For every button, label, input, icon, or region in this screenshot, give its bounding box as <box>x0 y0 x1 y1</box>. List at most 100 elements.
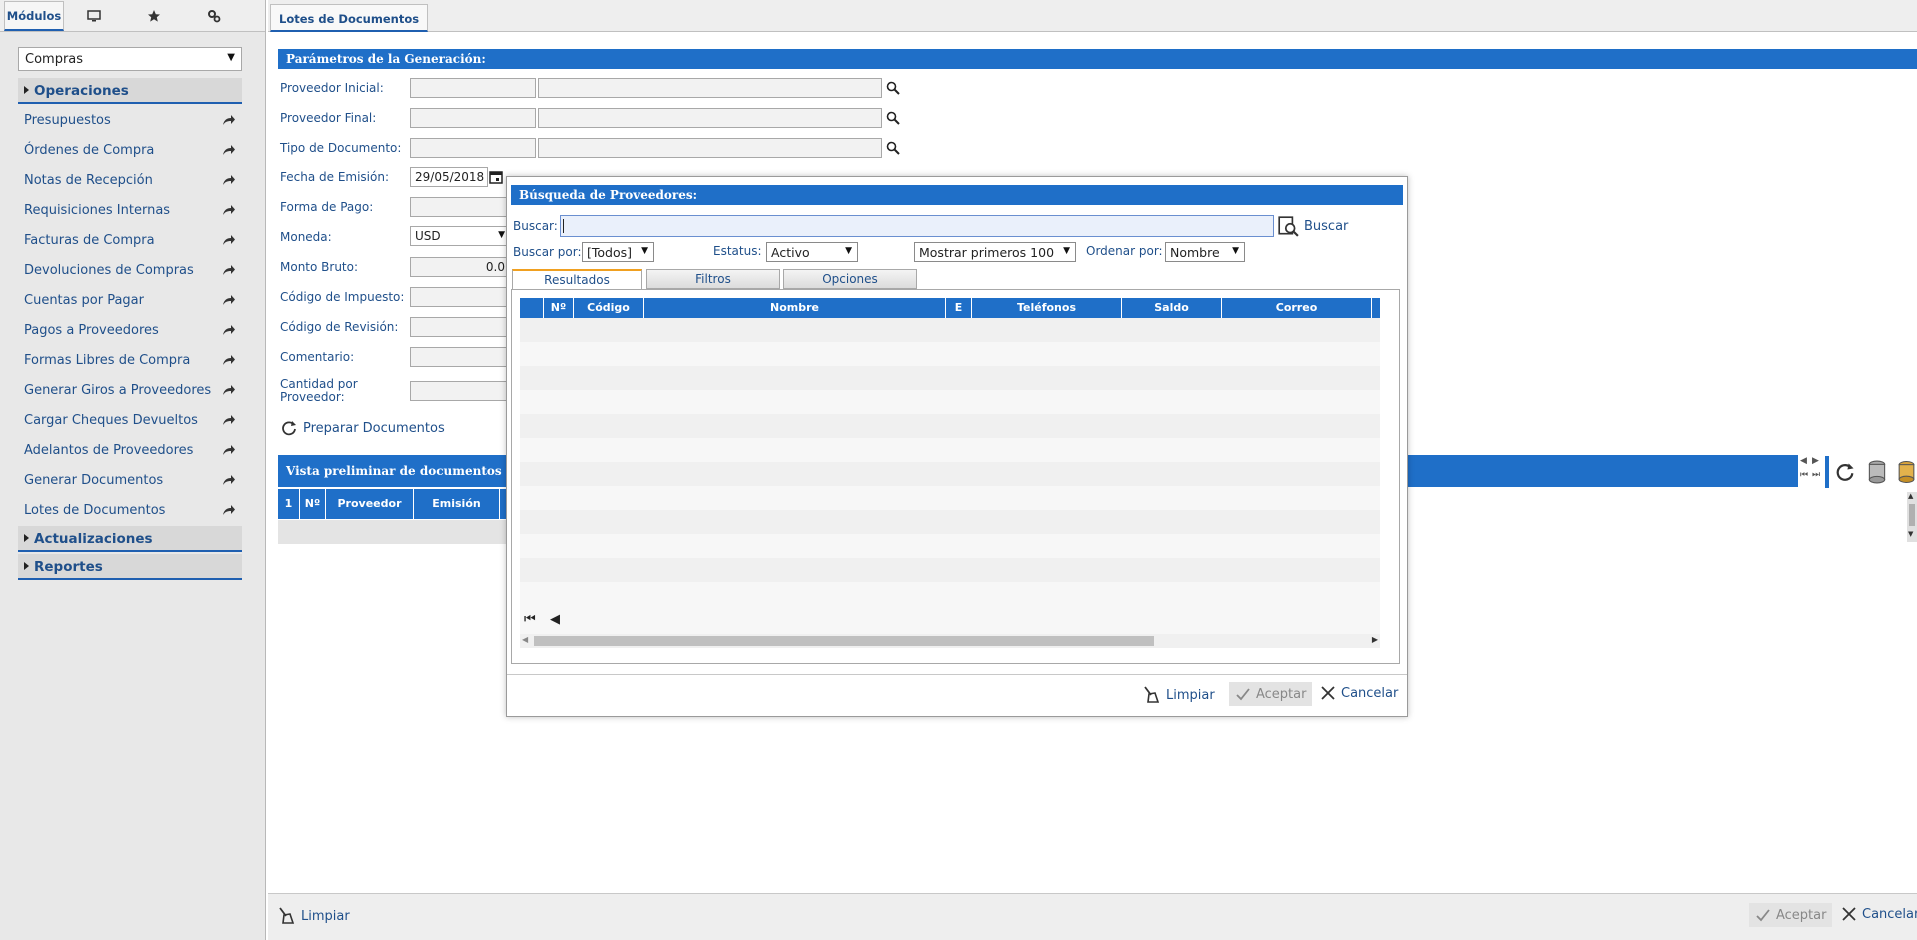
limpiar-button[interactable]: Limpiar <box>276 906 350 926</box>
column-header[interactable]: Teléfonos <box>972 298 1122 318</box>
tipo-documento-code-input[interactable] <box>410 138 536 158</box>
codigo-impuesto-input[interactable] <box>410 287 510 307</box>
table-row[interactable] <box>520 462 1380 486</box>
dialog-limpiar-button[interactable]: Limpiar <box>1141 685 1215 705</box>
sidebar-item[interactable]: Presupuestos <box>24 109 242 133</box>
prev-page-icon[interactable]: ◀ <box>550 612 560 627</box>
column-header[interactable]: Emisión <box>414 489 500 519</box>
sidebar-item[interactable]: Lotes de Documentos <box>24 499 242 523</box>
sidebar-item-label: Presupuestos <box>24 113 111 128</box>
table-row[interactable] <box>520 534 1380 558</box>
buscar-button[interactable]: Buscar <box>1277 215 1348 237</box>
next-icon[interactable]: ▶ <box>1812 456 1819 466</box>
sidebar-item[interactable]: Facturas de Compra <box>24 229 242 253</box>
section-reportes[interactable]: Reportes <box>18 554 242 580</box>
sidebar-item[interactable]: Notas de Recepción <box>24 169 242 193</box>
scroll-left-icon[interactable]: ◀ <box>522 635 528 644</box>
tab-monitor[interactable] <box>64 1 124 31</box>
search-icon[interactable] <box>886 111 900 125</box>
column-header[interactable]: 1 <box>278 489 300 519</box>
dialog-cancelar-button[interactable]: Cancelar <box>1320 685 1398 701</box>
tab-lotes-documentos[interactable]: Lotes de Documentos <box>270 4 429 32</box>
fecha-emision-input[interactable]: 29/05/2018 <box>410 167 488 187</box>
column-header[interactable]: Proveedor <box>326 489 414 519</box>
estatus-select[interactable]: Activo ▼ <box>766 242 858 262</box>
buscar-por-select[interactable]: [Todos] ▼ <box>582 242 654 262</box>
moneda-select[interactable]: USD ▼ <box>410 226 510 246</box>
sidebar-item[interactable]: Órdenes de Compra <box>24 139 242 163</box>
table-row[interactable] <box>520 342 1380 366</box>
aceptar-button[interactable]: Aceptar <box>1749 903 1833 927</box>
search-icon[interactable] <box>886 81 900 95</box>
buscar-input[interactable] <box>560 215 1274 237</box>
share-arrow-icon <box>223 295 235 305</box>
ordenar-select[interactable]: Nombre ▼ <box>1165 242 1245 262</box>
table-row[interactable] <box>520 390 1380 414</box>
scroll-thumb[interactable] <box>1909 504 1915 526</box>
dialog-limpiar-label: Limpiar <box>1166 687 1215 703</box>
sidebar-item[interactable]: Devoluciones de Compras <box>24 259 242 283</box>
table-row[interactable] <box>520 510 1380 534</box>
section-actualizaciones[interactable]: Actualizaciones <box>18 526 242 552</box>
proveedor-final-code-input[interactable] <box>410 108 536 128</box>
proveedor-final-name-input[interactable] <box>538 108 882 128</box>
table-row[interactable] <box>520 582 1380 606</box>
sidebar-item[interactable]: Cargar Cheques Devueltos <box>24 409 242 433</box>
sidebar-item[interactable]: Formas Libres de Compra <box>24 349 242 373</box>
table-row[interactable] <box>520 558 1380 582</box>
prev-icon[interactable]: ◀ <box>1800 456 1807 466</box>
table-row[interactable] <box>520 486 1380 510</box>
tipo-documento-name-input[interactable] <box>538 138 882 158</box>
scroll-thumb[interactable] <box>534 636 1154 646</box>
prepare-documents-button[interactable]: Preparar Documentos <box>280 419 445 437</box>
column-header[interactable]: Código <box>574 298 644 318</box>
sidebar-item[interactable]: Adelantos de Proveedores <box>24 439 242 463</box>
monto-bruto-input[interactable]: 0.0 <box>410 257 510 277</box>
sidebar-item[interactable]: Generar Documentos <box>24 469 242 493</box>
first-page-icon[interactable]: ⏮ <box>524 612 536 627</box>
search-icon[interactable] <box>886 141 900 155</box>
tab-opciones[interactable]: Opciones <box>783 269 917 289</box>
sidebar-item[interactable]: Cuentas por Pagar <box>24 289 242 313</box>
first-icon[interactable]: ⏮ <box>1800 470 1808 480</box>
column-header[interactable]: E <box>946 298 972 318</box>
sidebar-item[interactable]: Requisiciones Internas <box>24 199 242 223</box>
table-row[interactable] <box>520 414 1380 438</box>
table-row[interactable] <box>520 438 1380 462</box>
sidebar-item[interactable]: Generar Giros a Proveedores <box>24 379 242 403</box>
column-header-selector[interactable] <box>520 298 544 318</box>
codigo-revision-input[interactable] <box>410 317 510 337</box>
table-row[interactable] <box>520 366 1380 390</box>
comentario-input[interactable] <box>410 347 510 367</box>
mostrar-select[interactable]: Mostrar primeros 100 ▼ <box>914 242 1076 262</box>
database-edit-icon[interactable] <box>1896 460 1917 484</box>
calendar-icon[interactable] <box>489 170 503 184</box>
sidebar-item[interactable]: Pagos a Proveedores <box>24 319 242 343</box>
forma-pago-input[interactable] <box>410 197 510 217</box>
proveedor-inicial-name-input[interactable] <box>538 78 882 98</box>
tab-resultados[interactable]: Resultados <box>512 269 642 290</box>
cantidad-proveedor-input[interactable] <box>410 381 510 401</box>
cancelar-button[interactable]: Cancelar <box>1841 906 1917 922</box>
module-select[interactable]: Compras ▼ <box>18 47 242 71</box>
preview-vscroll[interactable]: ▲ ▼ <box>1907 492 1917 542</box>
tab-favorites[interactable] <box>124 1 184 31</box>
tab-filtros[interactable]: Filtros <box>646 269 780 289</box>
database-icon[interactable] <box>1866 460 1888 484</box>
results-hscroll[interactable]: ◀ ▶ <box>520 634 1380 648</box>
section-operaciones[interactable]: Operaciones <box>18 78 242 104</box>
proveedor-inicial-code-input[interactable] <box>410 78 536 98</box>
tab-settings[interactable] <box>184 1 244 31</box>
supplier-search-dialog: Búsqueda de Proveedores: Buscar: Buscar … <box>506 176 1408 717</box>
column-header[interactable]: Saldo <box>1122 298 1222 318</box>
dialog-aceptar-button[interactable]: Aceptar <box>1229 682 1313 706</box>
column-header[interactable]: Nº <box>300 489 326 519</box>
scroll-right-icon[interactable]: ▶ <box>1372 635 1378 644</box>
column-header[interactable]: Nº <box>544 298 574 318</box>
column-header[interactable]: Correo <box>1222 298 1372 318</box>
column-header[interactable]: Nombre <box>644 298 946 318</box>
last-icon[interactable]: ⏭ <box>1812 470 1820 480</box>
refresh-icon[interactable] <box>1834 461 1856 483</box>
tab-modules[interactable]: Módulos <box>4 1 64 31</box>
table-row[interactable] <box>520 318 1380 342</box>
